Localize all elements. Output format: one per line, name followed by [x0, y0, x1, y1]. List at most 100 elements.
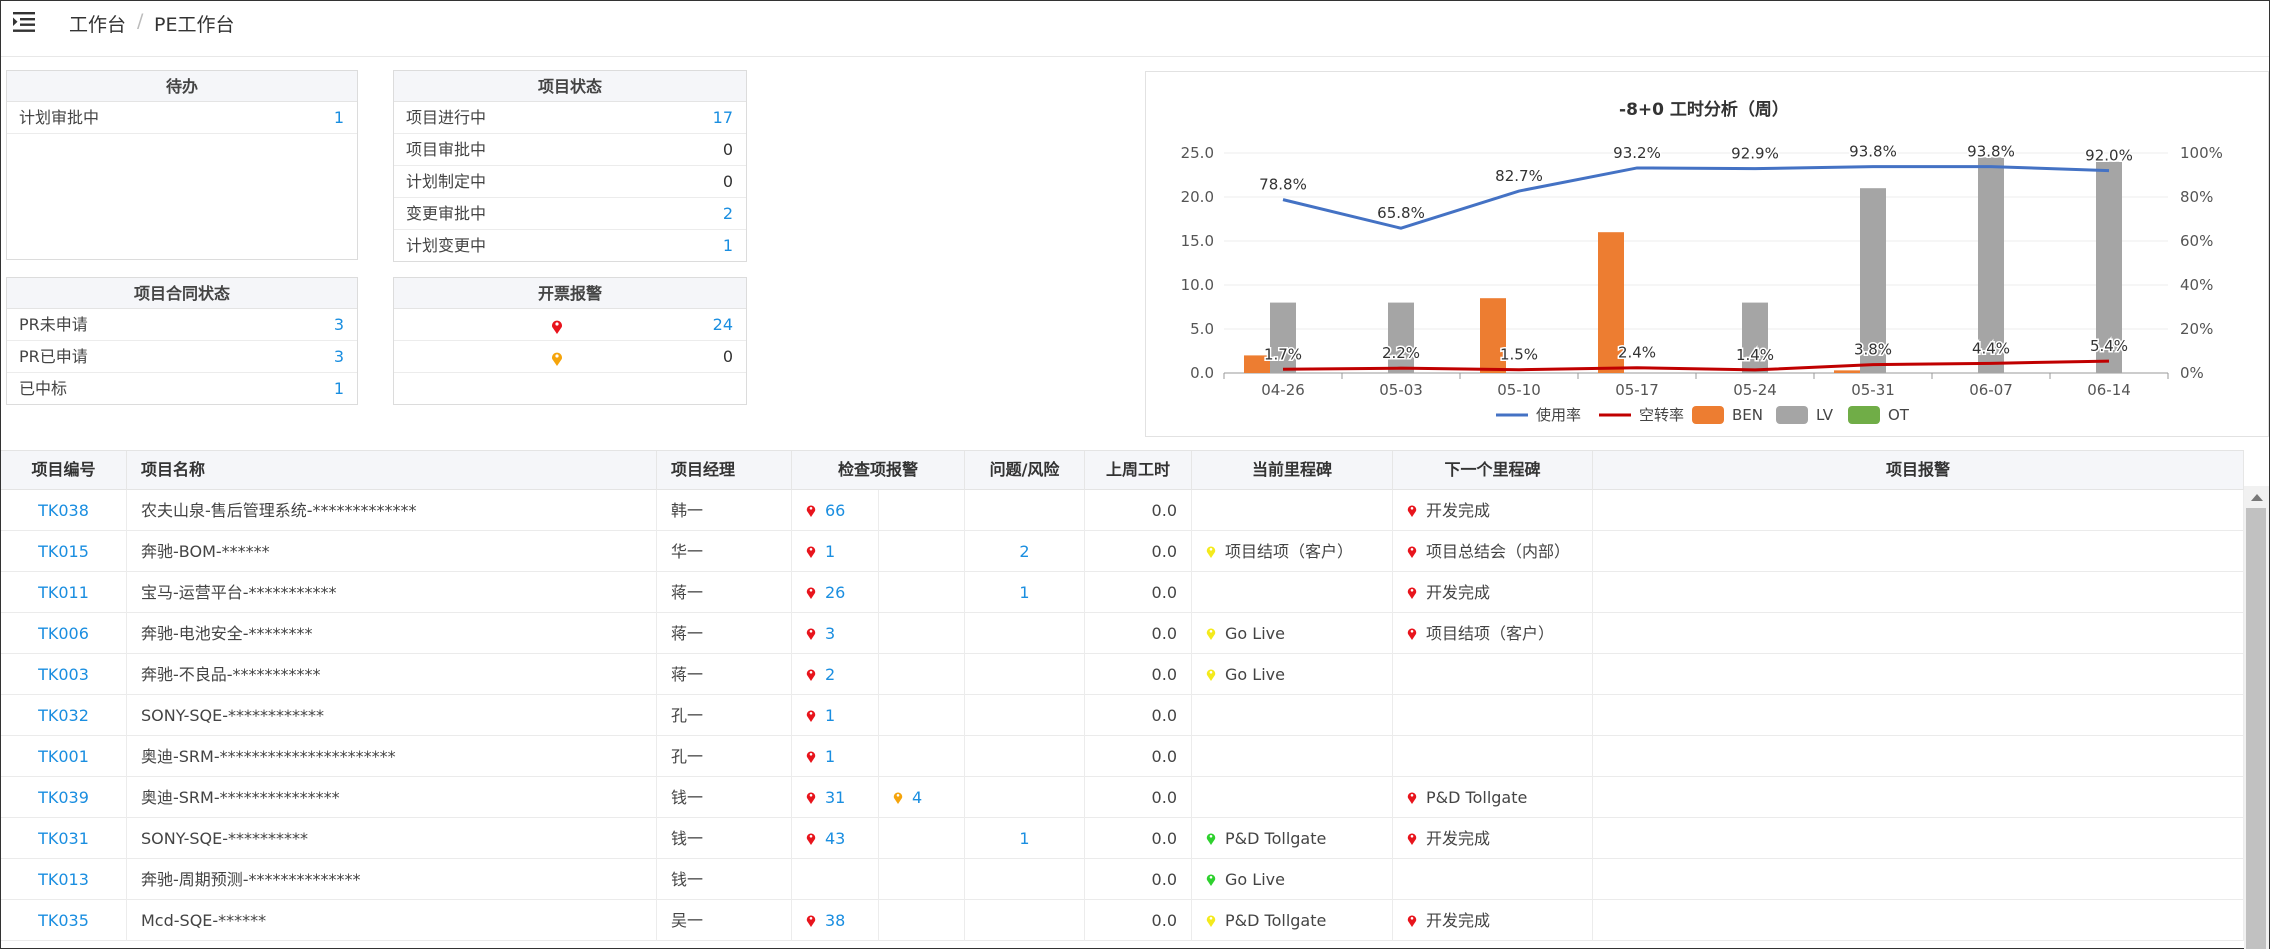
next-milestone: 开发完成: [1426, 829, 1491, 848]
table-row[interactable]: TK006 奔驰-电池安全-******** 蒋一 3 0.0 Go Live 项目结项（客…: [1, 613, 2244, 654]
project-id-link[interactable]: TK001: [1, 736, 127, 777]
column-header[interactable]: 项目报警: [1593, 451, 2244, 491]
project-id[interactable]: TK003: [38, 665, 89, 684]
project-id[interactable]: TK038: [38, 501, 89, 520]
data-label: 92.0%: [2085, 147, 2133, 165]
current-milestone-cell: [1192, 490, 1393, 531]
data-label: 93.8%: [1967, 143, 2015, 161]
table-row[interactable]: TK039 奥迪-SRM-*************** 钱一 31 4 0.0 P&D T…: [1, 777, 2244, 818]
project-name: 奔驰-周期预测-**************: [141, 870, 361, 889]
contract-value[interactable]: 3: [334, 341, 344, 373]
check-alert-count[interactable]: 43: [825, 829, 845, 848]
column-header[interactable]: 项目经理: [657, 451, 792, 491]
table-row[interactable]: TK035 Mcd-SQE-****** 吴一 38 0.0 P&D Tollgate 开发…: [1, 900, 2244, 941]
legend-label: 空转率: [1639, 406, 1684, 424]
project-id[interactable]: TK015: [38, 542, 89, 561]
issue-risk-cell: [965, 613, 1085, 654]
project-alert-cell: [1593, 613, 2244, 654]
next-milestone-cell: [1393, 859, 1593, 900]
column-header[interactable]: 上周工时: [1085, 451, 1192, 491]
project-id[interactable]: TK011: [38, 583, 89, 602]
status-value[interactable]: 1: [723, 230, 733, 262]
menu-fold-icon[interactable]: [13, 11, 39, 33]
table-row[interactable]: TK032 SONY-SQE-************ 孔一 1 0.0: [1, 695, 2244, 736]
table-header: 项目编号 项目名称 项目经理 检查项报警 问题/风险 上周工时 当前里程碑 下一个里程碑 项目报…: [1, 450, 2244, 491]
project-id[interactable]: TK013: [38, 870, 89, 889]
project-id-link[interactable]: TK031: [1, 818, 127, 859]
table-row[interactable]: TK015 奔驰-BOM-****** 华一 1 2 0.0 项目结项（客户） 项目总结会（内…: [1, 531, 2244, 572]
check-alert-count[interactable]: 4: [912, 788, 922, 807]
legend-item[interactable]: LV: [1776, 406, 1834, 424]
next-milestone-cell: [1393, 695, 1593, 736]
next-milestone-cell: 项目总结会（内部）: [1393, 531, 1593, 572]
table-row[interactable]: TK031 SONY-SQE-********** 钱一 43 1 0.0 P&D Toll…: [1, 818, 2244, 859]
contract-value[interactable]: 1: [334, 373, 344, 405]
column-header[interactable]: 下一个里程碑: [1393, 451, 1593, 491]
column-header[interactable]: 问题/风险: [965, 451, 1085, 491]
check-alert-count[interactable]: 2: [825, 665, 835, 684]
issue-risk-count[interactable]: 1: [1019, 583, 1029, 602]
project-id-link[interactable]: TK003: [1, 654, 127, 695]
data-label: 93.8%: [1849, 143, 1897, 161]
project-id[interactable]: TK001: [38, 747, 89, 766]
issue-risk-count[interactable]: 2: [1019, 542, 1029, 561]
y-axis-tick-label: 15.0: [1181, 232, 1214, 250]
project-id[interactable]: TK006: [38, 624, 89, 643]
project-id-link[interactable]: TK011: [1, 572, 127, 613]
check-alert-count[interactable]: 38: [825, 911, 845, 930]
check-alert-count[interactable]: 3: [825, 624, 835, 643]
status-value: 0: [722, 172, 733, 191]
column-header[interactable]: 当前里程碑: [1192, 451, 1393, 491]
status-label: 计划制定中: [406, 172, 487, 191]
invoice-alert-value[interactable]: 24: [713, 309, 733, 341]
check-alert-count[interactable]: 1: [825, 542, 835, 561]
status-value[interactable]: 17: [713, 102, 733, 134]
legend-item[interactable]: 空转率: [1599, 406, 1684, 424]
column-header[interactable]: 检查项报警: [792, 451, 965, 491]
contract-value[interactable]: 3: [334, 309, 344, 341]
data-label: 65.8%: [1377, 204, 1425, 222]
check-alert-count[interactable]: 31: [825, 788, 845, 807]
check-alert-secondary-cell: [879, 531, 965, 572]
table-row[interactable]: TK038 农夫山泉-售后管理系统-************* 韩一 66 0.0 开发完…: [1, 490, 2244, 531]
issue-risk-count[interactable]: 1: [1019, 829, 1029, 848]
project-id[interactable]: TK035: [38, 911, 89, 930]
legend-item[interactable]: 使用率: [1496, 406, 1581, 424]
project-id[interactable]: TK039: [38, 788, 89, 807]
check-alert-count[interactable]: 66: [825, 501, 845, 520]
project-id-link[interactable]: TK035: [1, 900, 127, 941]
column-header[interactable]: 项目编号: [1, 451, 127, 491]
last-week-hours-cell: 0.0: [1085, 531, 1192, 572]
check-alert-count[interactable]: 1: [825, 706, 835, 725]
project-id[interactable]: TK032: [38, 706, 89, 725]
status-value[interactable]: 2: [723, 198, 733, 230]
scroll-up-arrow-icon[interactable]: [2251, 494, 2263, 501]
breadcrumb-home[interactable]: 工作台: [69, 10, 126, 37]
table-row[interactable]: TK003 奔驰-不良品-*********** 蒋一 2 0.0 Go Live: [1, 654, 2244, 695]
contract-row-pr-unapplied: PR未申请 3: [7, 309, 357, 341]
project-manager-cell: 华一: [657, 531, 792, 572]
project-id-link[interactable]: TK038: [1, 490, 127, 531]
vertical-scrollbar[interactable]: [2244, 486, 2269, 949]
todo-row-value[interactable]: 1: [334, 102, 344, 134]
project-id-link[interactable]: TK015: [1, 531, 127, 572]
project-id-link[interactable]: TK039: [1, 777, 127, 818]
table-row[interactable]: TK001 奥迪-SRM-********************** 孔一 1 0.0: [1, 736, 2244, 777]
project-id[interactable]: TK031: [38, 829, 89, 848]
project-manager-cell: 钱一: [657, 818, 792, 859]
legend-item[interactable]: BEN: [1692, 406, 1763, 424]
check-alert-count[interactable]: 26: [825, 583, 845, 602]
invoice-alert-row-empty: [394, 373, 746, 405]
table-row[interactable]: TK011 宝马-运营平台-*********** 蒋一 26 1 0.0 开发完成: [1, 572, 2244, 613]
project-id-link[interactable]: TK013: [1, 859, 127, 900]
check-alert-count[interactable]: 1: [825, 747, 835, 766]
table-row[interactable]: TK013 奔驰-周期预测-************** 钱一 0.0 Go Live: [1, 859, 2244, 900]
legend-item[interactable]: OT: [1848, 406, 1910, 424]
project-id-link[interactable]: TK006: [1, 613, 127, 654]
scrollbar-thumb[interactable]: [2246, 508, 2266, 949]
project-name-cell: 奥迪-SRM-***************: [127, 777, 657, 818]
last-week-hours-cell: 0.0: [1085, 736, 1192, 777]
project-id-link[interactable]: TK032: [1, 695, 127, 736]
column-header[interactable]: 项目名称: [127, 451, 657, 491]
x-axis-tick-label: 04-26: [1261, 381, 1305, 399]
